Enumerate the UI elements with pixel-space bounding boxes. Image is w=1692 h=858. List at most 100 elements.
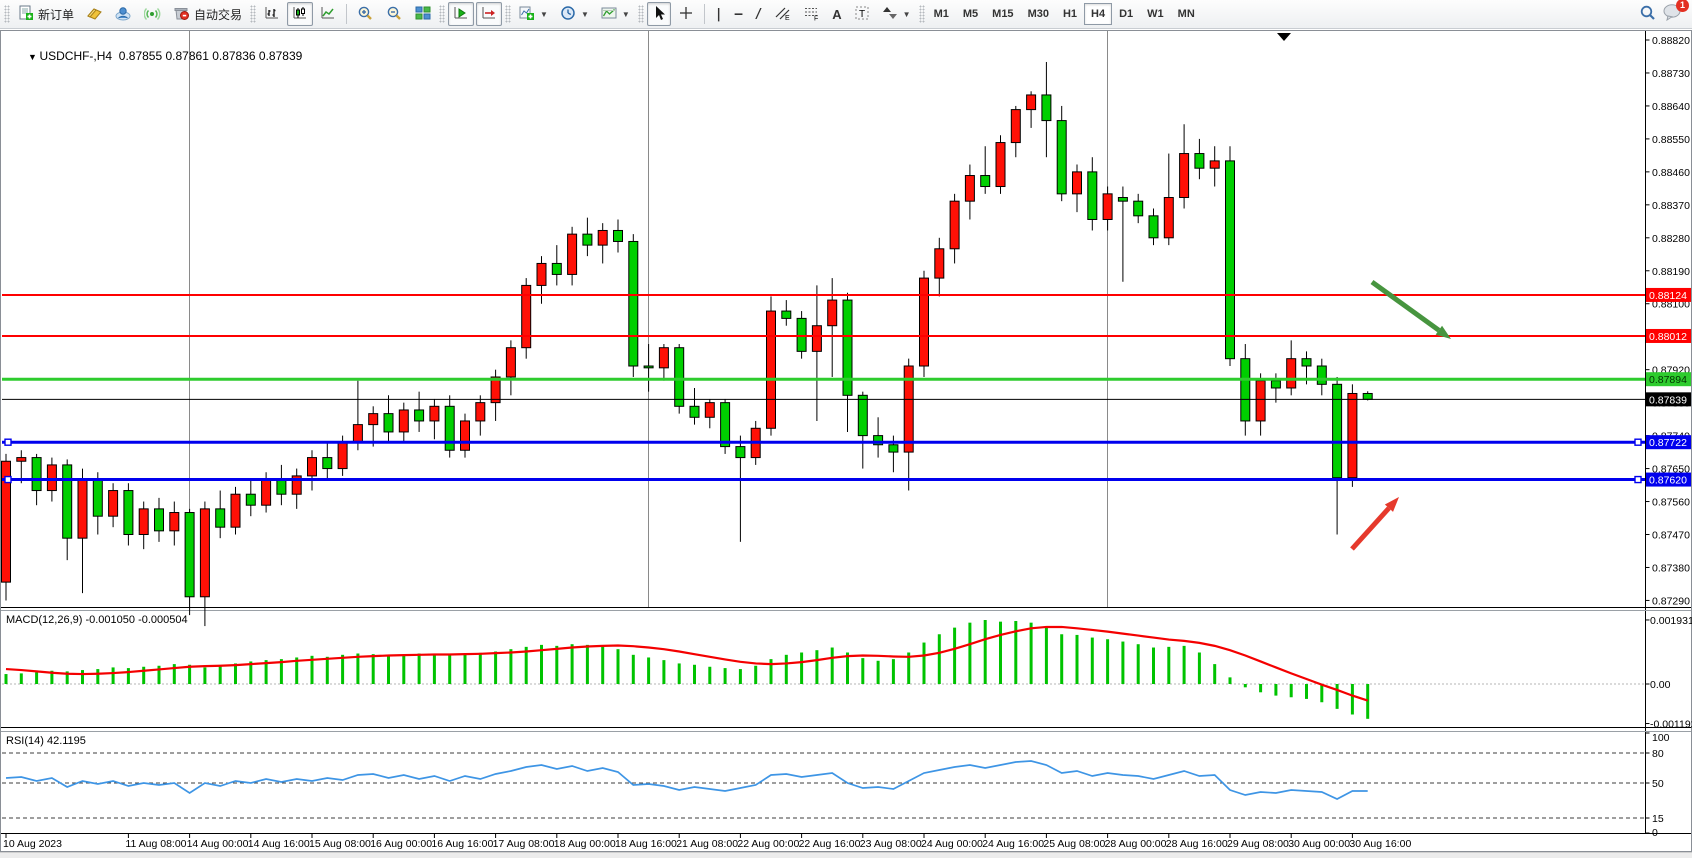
bear-candle[interactable]: [736, 447, 745, 458]
history-center-button[interactable]: [81, 2, 108, 26]
timeframe-h1[interactable]: H1: [1056, 3, 1084, 25]
bear-candle[interactable]: [1241, 359, 1250, 421]
time-axis-label[interactable]: 22 Aug 16:00: [799, 838, 861, 850]
candlestick-chart-button[interactable]: [287, 2, 313, 26]
bull-candle[interactable]: [705, 403, 714, 418]
bull-candle[interactable]: [430, 406, 439, 421]
line-handle[interactable]: [1635, 439, 1641, 445]
time-axis-label[interactable]: 29 Aug 08:00: [1227, 838, 1289, 850]
bull-candle[interactable]: [17, 458, 26, 462]
bull-candle[interactable]: [598, 230, 607, 245]
bear-candle[interactable]: [1118, 198, 1127, 202]
time-axis-label[interactable]: 21 Aug 08:00: [676, 838, 738, 850]
time-axis-label[interactable]: 28 Aug 16:00: [1166, 838, 1228, 850]
bear-candle[interactable]: [415, 410, 424, 421]
bear-candle[interactable]: [93, 480, 102, 517]
bull-candle[interactable]: [231, 494, 240, 527]
bull-candle[interactable]: [506, 348, 515, 377]
bull-candle[interactable]: [659, 348, 668, 368]
bear-candle[interactable]: [1195, 154, 1204, 169]
zoom-out-button[interactable]: [381, 2, 408, 26]
bear-candle[interactable]: [1302, 359, 1311, 366]
bear-candle[interactable]: [552, 263, 561, 274]
time-axis-label[interactable]: 15 Aug 08:00: [309, 838, 371, 850]
time-axis-label[interactable]: 28 Aug 00:00: [1105, 838, 1167, 850]
bull-candle[interactable]: [1103, 194, 1112, 220]
bear-candle[interactable]: [1317, 366, 1326, 384]
bear-candle[interactable]: [216, 509, 225, 527]
autotrading-button[interactable]: 自动交易: [168, 2, 247, 26]
time-axis-label[interactable]: 17 Aug 08:00: [493, 838, 555, 850]
time-axis-label[interactable]: 10 Aug 2023: [3, 838, 62, 850]
templates-button[interactable]: ▼: [596, 2, 635, 26]
bull-candle[interactable]: [537, 263, 546, 285]
bull-candle[interactable]: [399, 410, 408, 432]
time-axis-label[interactable]: 30 Aug 16:00: [1349, 838, 1411, 850]
bull-candle[interactable]: [767, 311, 776, 428]
toolbar-drag-handle[interactable]: [4, 5, 10, 23]
timeframe-h4[interactable]: H4: [1084, 3, 1112, 25]
bull-candle[interactable]: [996, 143, 1005, 187]
bull-candle[interactable]: [1287, 359, 1296, 388]
time-axis-label[interactable]: 24 Aug 00:00: [921, 838, 983, 850]
bull-candle[interactable]: [109, 491, 118, 517]
bull-candle[interactable]: [1210, 161, 1219, 168]
bull-candle[interactable]: [568, 234, 577, 274]
bear-candle[interactable]: [32, 458, 41, 491]
search-button[interactable]: [1634, 2, 1661, 26]
time-axis-label[interactable]: 18 Aug 16:00: [615, 838, 677, 850]
toolbar-drag-handle[interactable]: [638, 5, 644, 23]
bull-candle[interactable]: [965, 176, 974, 202]
channel-button[interactable]: E: [769, 2, 796, 26]
line-handle[interactable]: [5, 477, 11, 483]
bear-candle[interactable]: [614, 230, 623, 241]
horizontal-line-button[interactable]: —: [730, 2, 748, 26]
time-axis-label[interactable]: 11 Aug 08:00: [125, 838, 186, 850]
bear-candle[interactable]: [1134, 201, 1143, 216]
cursor-button[interactable]: [647, 2, 671, 26]
vertical-line-button[interactable]: |: [710, 2, 728, 26]
time-axis-label[interactable]: 16 Aug 00:00: [370, 838, 432, 850]
toolbar-drag-handle[interactable]: [505, 5, 511, 23]
bear-candle[interactable]: [644, 366, 653, 368]
bear-candle[interactable]: [246, 494, 255, 505]
line-handle[interactable]: [1635, 477, 1641, 483]
bull-candle[interactable]: [935, 249, 944, 278]
time-axis-label[interactable]: 14 Aug 16:00: [248, 838, 310, 850]
bear-candle[interactable]: [1057, 121, 1066, 194]
bear-candle[interactable]: [675, 348, 684, 407]
bear-candle[interactable]: [63, 465, 72, 538]
bull-candle[interactable]: [1348, 393, 1357, 477]
bear-candle[interactable]: [384, 414, 393, 432]
bar-chart-button[interactable]: [259, 2, 285, 26]
time-axis-label[interactable]: 25 Aug 08:00: [1043, 838, 1105, 850]
price-chart-canvas[interactable]: 0.888200.887300.886400.885500.884600.883…: [0, 30, 1692, 852]
bear-candle[interactable]: [797, 318, 806, 351]
toolbar-drag-handle[interactable]: [439, 5, 445, 23]
text-label-button[interactable]: T: [849, 2, 875, 26]
periods-button[interactable]: ▼: [555, 2, 594, 26]
bear-candle[interactable]: [1088, 172, 1097, 220]
bear-candle[interactable]: [721, 403, 730, 447]
bull-candle[interactable]: [353, 425, 362, 443]
timeframe-d1[interactable]: D1: [1112, 3, 1140, 25]
bull-candle[interactable]: [1073, 172, 1082, 194]
line-handle[interactable]: [5, 439, 11, 445]
tile-windows-button[interactable]: [410, 2, 436, 26]
timeframe-m5[interactable]: M5: [956, 3, 985, 25]
auto-scroll-button[interactable]: [448, 2, 474, 26]
notifications-button[interactable]: 1: [1662, 3, 1682, 26]
arrows-shapes-button[interactable]: ▼: [877, 2, 916, 26]
line-chart-button[interactable]: [315, 2, 341, 26]
bear-candle[interactable]: [1149, 216, 1158, 238]
time-axis-label[interactable]: 30 Aug 00:00: [1288, 838, 1350, 850]
zoom-in-button[interactable]: [352, 2, 379, 26]
bear-candle[interactable]: [185, 513, 194, 597]
bull-candle[interactable]: [828, 300, 837, 326]
signals-button[interactable]: [139, 2, 166, 26]
bull-candle[interactable]: [1164, 198, 1173, 238]
timeframe-m30[interactable]: M30: [1021, 3, 1056, 25]
bull-candle[interactable]: [920, 278, 929, 366]
bear-candle[interactable]: [277, 480, 286, 495]
bull-candle[interactable]: [950, 201, 959, 249]
